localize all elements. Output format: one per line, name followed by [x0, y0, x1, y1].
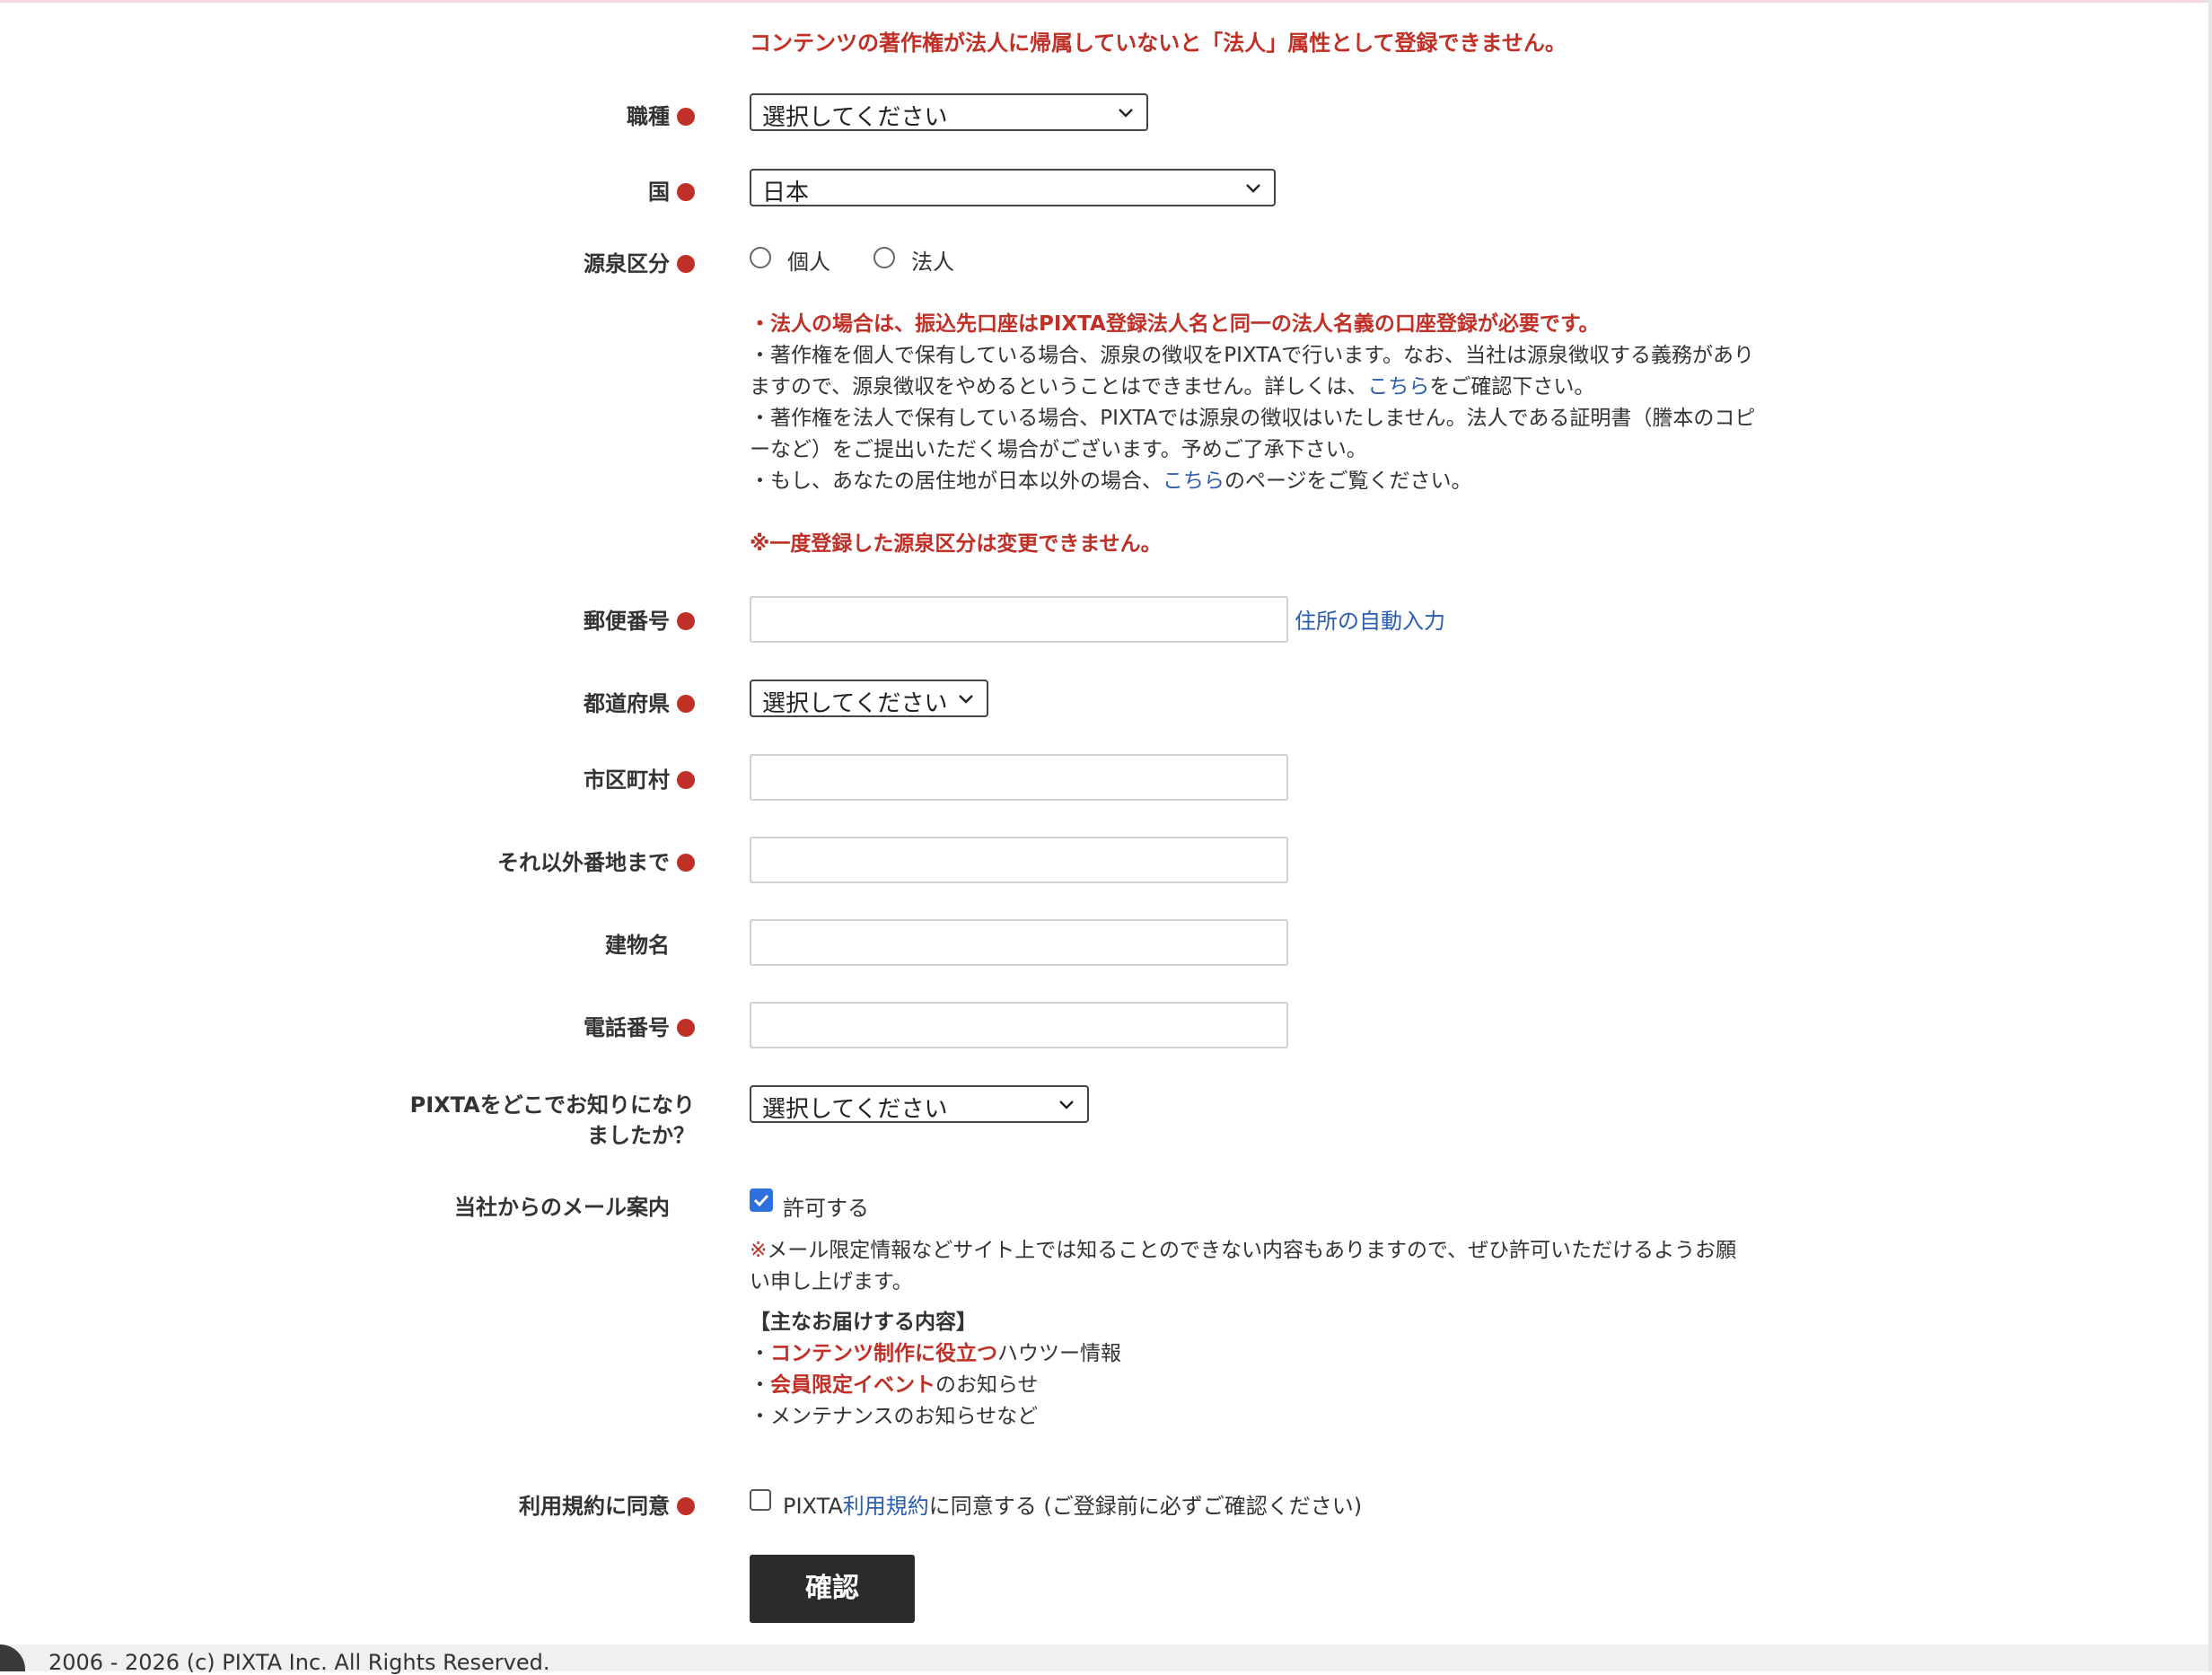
- footer: 2006 - 2026 (c) PIXTA Inc. All Rights Re…: [0, 1644, 2208, 1675]
- postal-input[interactable]: [750, 596, 1288, 643]
- city-label: 市区町村: [584, 762, 695, 794]
- terms-label: 利用規約に同意: [519, 1488, 695, 1520]
- phone-label-text: 電話番号: [584, 1015, 670, 1040]
- required-icon: [677, 255, 695, 273]
- mail-note-line2: い申し上げます。: [750, 1270, 913, 1294]
- mail-item-text: のお知らせ: [935, 1373, 1039, 1397]
- required-icon: [677, 183, 695, 201]
- required-icon: [677, 1497, 695, 1515]
- referral-select-value: 選択してください: [762, 1096, 948, 1123]
- chevron-down-icon: [1119, 109, 1133, 118]
- footer-corner: [0, 1644, 25, 1671]
- withholding-notes: ・法人の場合は、振込先口座はPIXTA登録法人名と同一の法人名義の口座登録が必要…: [750, 309, 1809, 560]
- terms-link[interactable]: 利用規約: [843, 1494, 929, 1519]
- corporate-attribute-notice: コンテンツの著作権が法人に帰属していないと「法人」属性として登録できません。: [750, 31, 1567, 56]
- referral-select[interactable]: 選択してください: [750, 1085, 1089, 1123]
- mail-label-text: 当社からのメール案内: [454, 1195, 670, 1220]
- overseas-note-tail: のページをご覧ください。: [1224, 469, 1472, 493]
- street-label: それ以外番地まで: [497, 845, 695, 876]
- referral-label-line2: ましたか？: [587, 1123, 695, 1148]
- terms-label-text: 利用規約に同意: [519, 1494, 670, 1519]
- required-icon: [677, 695, 695, 713]
- occupation-label: 職種: [627, 99, 695, 130]
- city-label-text: 市区町村: [584, 767, 670, 793]
- mail-item-text: ハウツー情報: [997, 1342, 1121, 1365]
- required-icon: [677, 1019, 695, 1037]
- bullet: ・: [750, 1342, 770, 1365]
- terms-agree-text: PIXTA利用規約に同意する (ご登録前に必ずご確認ください): [783, 1488, 1362, 1520]
- individual-note-line1: ・著作権を個人で保有している場合、源泉の徴収をPIXTAで行います。なお、当社は…: [750, 344, 1755, 367]
- street-label-text: それ以外番地まで: [497, 850, 670, 875]
- mail-note-line1: ※メール限定情報などサイト上では知ることのできない内容もありますので、ぜひ許可い…: [750, 1235, 1809, 1267]
- country-select-value: 日本: [762, 180, 810, 206]
- mail-contents-item: ・会員限定イベントのお知らせ: [750, 1370, 1809, 1401]
- occupation-select[interactable]: 選択してください: [750, 93, 1148, 131]
- required-icon: [677, 771, 695, 789]
- phone-label: 電話番号: [584, 1010, 695, 1041]
- street-input[interactable]: [750, 837, 1288, 883]
- check-icon: [753, 1194, 769, 1207]
- chevron-down-icon: [1059, 1101, 1074, 1109]
- radio-corporate[interactable]: [873, 247, 895, 268]
- mail-note-mark: ※: [750, 1239, 768, 1262]
- mail-item-highlight: 会員限定イベント: [770, 1373, 935, 1397]
- corporate-note-line1: ・著作権を法人で保有している場合、PIXTAでは源泉の徴収はいたしません。法人で…: [750, 407, 1756, 430]
- mail-contents-item: ・メンテナンスのお知らせなど: [750, 1405, 1039, 1428]
- required-icon: [677, 854, 695, 872]
- overseas-link[interactable]: こちら: [1163, 469, 1224, 493]
- prefecture-select[interactable]: 選択してください: [750, 680, 988, 717]
- required-icon: [677, 612, 695, 630]
- country-label: 国: [648, 174, 695, 206]
- radio-individual-label[interactable]: 個人: [787, 244, 830, 276]
- city-input[interactable]: [750, 754, 1288, 801]
- mail-label: 当社からのメール案内: [454, 1189, 695, 1221]
- referral-label: PIXTAをどこでお知りになり ましたか？: [410, 1090, 695, 1151]
- mail-permission-checkbox[interactable]: [750, 1188, 773, 1212]
- withholding-label: 源泉区分: [584, 246, 695, 277]
- mail-item-highlight: コンテンツ制作に役立つ: [770, 1342, 997, 1365]
- building-input[interactable]: [750, 919, 1288, 966]
- phone-input[interactable]: [750, 1002, 1288, 1048]
- occupation-label-text: 職種: [627, 104, 670, 129]
- terms-agree-checkbox[interactable]: [750, 1489, 771, 1511]
- mail-contents-heading: 【主なお届けする内容】: [750, 1311, 977, 1334]
- mail-note-text: メール限定情報などサイト上では知ることのできない内容もありますので、ぜひ許可いた…: [767, 1239, 1737, 1262]
- overseas-note: ・もし、あなたの居住地が日本以外の場合、こちらのページをご覧ください。: [750, 466, 1809, 497]
- radio-corporate-label[interactable]: 法人: [911, 244, 954, 276]
- terms-prefix: PIXTA: [783, 1494, 843, 1519]
- bullet: ・: [750, 1373, 770, 1397]
- individual-note-line2: ますので、源泉徴収をやめるということはできません。詳しくは、こちらをご確認下さい…: [750, 372, 1809, 403]
- postal-label: 郵便番号: [584, 603, 695, 635]
- withholding-label-text: 源泉区分: [584, 251, 670, 276]
- corporate-note-line2: ーなど）をご提出いただく場合がございます。予めご了承下さい。: [750, 438, 1367, 461]
- details-link[interactable]: こちら: [1367, 375, 1429, 399]
- radio-individual[interactable]: [750, 247, 771, 268]
- mail-contents-item: ・コンテンツ制作に役立つハウツー情報: [750, 1338, 1809, 1370]
- building-label: 建物名: [605, 927, 695, 959]
- chevron-down-icon: [1246, 184, 1260, 193]
- postal-label-text: 郵便番号: [584, 609, 670, 634]
- overseas-note-text: ・もし、あなたの居住地が日本以外の場合、: [750, 469, 1163, 493]
- scrollbar-track: [2208, 0, 2212, 1671]
- address-autofill-link[interactable]: 住所の自動入力: [1295, 603, 1445, 635]
- occupation-select-value: 選択してください: [762, 104, 948, 131]
- country-label-text: 国: [648, 180, 670, 205]
- individual-note-tail: をご確認下さい。: [1429, 375, 1595, 399]
- final-withholding-warning: ※一度登録した源泉区分は変更できません。: [750, 532, 1162, 556]
- building-label-text: 建物名: [605, 933, 670, 958]
- confirm-button[interactable]: 確認: [750, 1555, 915, 1623]
- individual-note-text: ますので、源泉徴収をやめるということはできません。詳しくは、: [750, 375, 1368, 399]
- referral-label-line1: PIXTAをどこでお知りになり: [409, 1092, 695, 1118]
- corporate-account-warning: ・法人の場合は、振込先口座はPIXTA登録法人名と同一の法人名義の口座登録が必要…: [750, 312, 1600, 336]
- country-select[interactable]: 日本: [750, 169, 1276, 206]
- prefecture-label-text: 都道府県: [584, 691, 670, 716]
- mail-notes: ※メール限定情報などサイト上では知ることのできない内容もありますので、ぜひ許可い…: [750, 1235, 1809, 1433]
- terms-suffix: に同意する (ご登録前に必ずご確認ください): [928, 1494, 1363, 1519]
- chevron-down-icon: [959, 695, 973, 704]
- mail-permission-label[interactable]: 許可する: [783, 1190, 869, 1222]
- top-border: [0, 0, 2212, 3]
- prefecture-label: 都道府県: [584, 686, 695, 717]
- prefecture-select-value: 選択してください: [762, 690, 948, 717]
- required-icon: [677, 108, 695, 126]
